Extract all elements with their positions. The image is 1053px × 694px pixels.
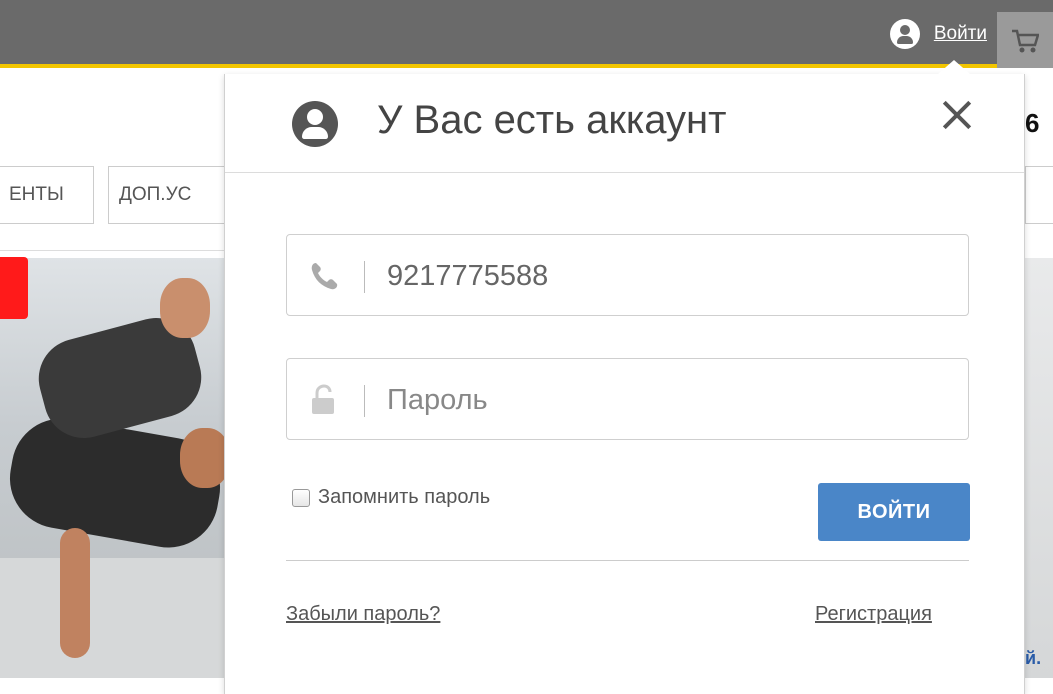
hero-banner-image[interactable] (0, 258, 230, 678)
login-submit-button[interactable]: ВОЙТИ (818, 483, 970, 541)
remember-row: Запомнить пароль (292, 486, 490, 509)
cart-button[interactable] (997, 12, 1053, 68)
header-fragment: 6 (1025, 108, 1040, 138)
cart-icon (1012, 29, 1039, 53)
forgot-password-link[interactable]: Забыли пароль? (286, 603, 440, 626)
register-link[interactable]: Регистрация (815, 603, 932, 626)
password-input[interactable] (387, 379, 947, 421)
password-field[interactable] (286, 358, 969, 440)
banner-text-fragment: й. (1025, 648, 1042, 668)
account-icon (292, 101, 338, 147)
hero-banner-edge (1025, 258, 1053, 678)
remember-checkbox[interactable] (292, 488, 310, 507)
nav-tab-fragment-right[interactable] (1025, 166, 1053, 224)
close-button[interactable] (937, 94, 977, 134)
field-separator (364, 385, 365, 417)
popup-title: У Вас есть аккаунт (377, 98, 727, 142)
user-icon (889, 19, 920, 49)
popup-divider (286, 560, 969, 561)
nav-divider (0, 250, 230, 251)
login-link[interactable]: Войти (934, 23, 987, 45)
top-bar: Войти (0, 0, 1053, 68)
promo-badge[interactable] (0, 257, 28, 319)
field-separator (364, 261, 365, 293)
lock-icon (312, 384, 334, 414)
phone-icon (311, 263, 338, 290)
phone-input[interactable] (387, 255, 947, 297)
popup-header: У Вас есть аккаунт (225, 74, 1024, 173)
remember-label[interactable]: Запомнить пароль (318, 486, 490, 509)
popup-caret (938, 60, 970, 74)
login-popup: У Вас есть аккаунт Запомнить пароль ВОЙТ… (224, 60, 1025, 694)
nav-tab-services[interactable]: ДОП.УС (108, 166, 238, 224)
login-area: Войти (889, 18, 987, 50)
phone-field[interactable] (286, 234, 969, 316)
nav-tab-fragment[interactable]: ЕНТЫ (0, 166, 94, 224)
